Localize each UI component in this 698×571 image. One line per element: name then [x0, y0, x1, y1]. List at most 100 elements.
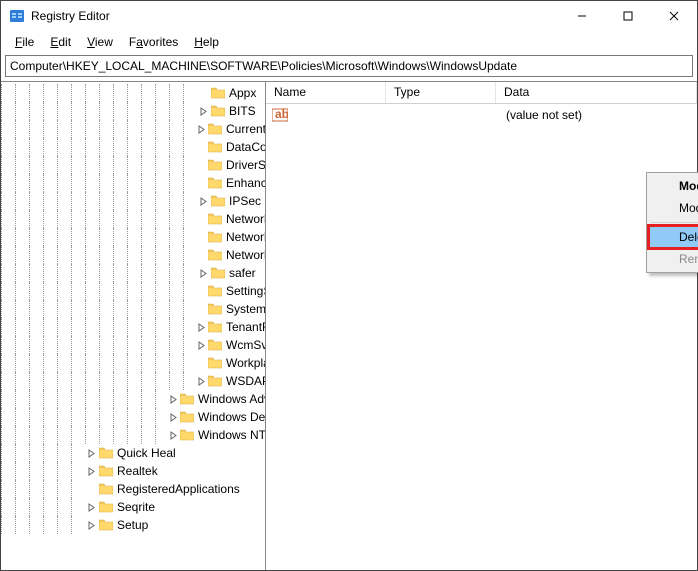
folder-icon	[180, 411, 194, 423]
column-type[interactable]: Type	[386, 82, 496, 103]
folder-icon	[208, 285, 222, 297]
tree-item[interactable]: SettingSync	[1, 282, 265, 300]
tree-item-label: DataCollection	[226, 140, 266, 154]
expander-icon[interactable]	[197, 375, 206, 387]
tree-item-label: Realtek	[117, 464, 158, 478]
folder-icon	[208, 339, 222, 351]
tree-item-label: WSDAPI	[226, 374, 266, 388]
list-row[interactable]: ab(value not set)	[266, 106, 697, 124]
tree-item[interactable]: Setup	[1, 516, 265, 534]
expander-icon[interactable]	[85, 519, 97, 531]
tree-item[interactable]: Windows NT	[1, 426, 265, 444]
expander-icon[interactable]	[197, 105, 209, 117]
list-header: Name Type Data	[266, 82, 697, 104]
tree-item[interactable]: Network Connections	[1, 210, 265, 228]
context-rename[interactable]: Rename	[649, 248, 698, 270]
context-modify[interactable]: Modify...	[649, 175, 698, 197]
expander-icon[interactable]	[169, 429, 178, 441]
address-bar[interactable]: Computer\HKEY_LOCAL_MACHINE\SOFTWARE\Pol…	[5, 55, 693, 77]
expander-icon[interactable]	[197, 195, 209, 207]
tree-item[interactable]: TenantRestrictions	[1, 318, 265, 336]
tree-item[interactable]: WorkplaceJoin	[1, 354, 265, 372]
tree-item[interactable]: BITS	[1, 102, 265, 120]
folder-icon	[99, 501, 113, 513]
tree-item-label: Network Connections	[226, 212, 266, 226]
tree-item-label: WcmSvc	[226, 338, 266, 352]
tree-item-label: TenantRestrictions	[226, 320, 266, 334]
folder-icon	[208, 375, 222, 387]
folder-icon	[211, 195, 225, 207]
tree-item[interactable]: Seqrite	[1, 498, 265, 516]
expander-icon[interactable]	[197, 321, 206, 333]
context-modify-binary[interactable]: Modify Binary Data...	[649, 197, 698, 219]
tree-item[interactable]: RegisteredApplications	[1, 480, 265, 498]
folder-icon	[211, 87, 225, 99]
folder-icon	[208, 249, 222, 261]
expander-icon[interactable]	[169, 411, 178, 423]
folder-icon	[211, 267, 225, 279]
tree-item[interactable]: NetworkProvider	[1, 246, 265, 264]
tree-item[interactable]: WcmSvc	[1, 336, 265, 354]
folder-icon	[208, 123, 222, 135]
tree-item[interactable]: Realtek	[1, 462, 265, 480]
expander-icon[interactable]	[85, 465, 97, 477]
tree-item[interactable]: Windows Advanced Threat Protection	[1, 390, 265, 408]
tree-pane[interactable]: Appx BITS CurrentVersion DataCollection Driv…	[1, 82, 266, 570]
tree-item[interactable]: DataCollection	[1, 138, 265, 156]
tree-item-label: NetworkConnectivityStatusIndicator	[226, 230, 266, 244]
tree-item-label: WorkplaceJoin	[226, 356, 266, 370]
tree-item-label: DriverSearching	[226, 158, 266, 172]
expander-icon[interactable]	[85, 447, 97, 459]
column-data[interactable]: Data	[496, 82, 697, 103]
tree-item-label: Windows NT	[198, 428, 266, 442]
list-pane[interactable]: Name Type Data ab(value not set) Modify.…	[266, 82, 697, 570]
tree-item-label: Seqrite	[117, 500, 155, 514]
tree-item[interactable]: CurrentVersion	[1, 120, 265, 138]
menu-edit[interactable]: Edit	[42, 33, 79, 51]
folder-icon	[208, 159, 222, 171]
tree-item[interactable]: Quick Heal	[1, 444, 265, 462]
maximize-button[interactable]	[605, 1, 651, 31]
tree-item[interactable]: DriverSearching	[1, 156, 265, 174]
svg-text:ab: ab	[275, 108, 288, 121]
menubar: File Edit View Favorites Help	[1, 31, 697, 53]
column-name[interactable]: Name	[266, 82, 386, 103]
tree-item[interactable]: EnhancedStorageDevices	[1, 174, 265, 192]
tree-item[interactable]: System	[1, 300, 265, 318]
minimize-button[interactable]	[559, 1, 605, 31]
tree-item-label: EnhancedStorageDevices	[226, 176, 266, 190]
folder-icon	[208, 177, 222, 189]
expander-icon[interactable]	[85, 501, 97, 513]
folder-icon	[99, 483, 113, 495]
tree-item-label: Appx	[229, 86, 256, 100]
folder-icon	[208, 141, 222, 153]
folder-icon	[208, 357, 222, 369]
context-separator	[651, 222, 698, 223]
expander-icon[interactable]	[197, 267, 209, 279]
expander-icon[interactable]	[197, 123, 206, 135]
tree-item-label: RegisteredApplications	[117, 482, 240, 496]
context-delete[interactable]: Delete	[649, 226, 698, 248]
close-button[interactable]	[651, 1, 697, 31]
folder-icon	[208, 231, 222, 243]
tree-item[interactable]: Windows Defender	[1, 408, 265, 426]
tree-item-label: Setup	[117, 518, 148, 532]
tree-item-label: safer	[229, 266, 256, 280]
tree-item[interactable]: WSDAPI	[1, 372, 265, 390]
menu-favorites[interactable]: Favorites	[121, 33, 186, 51]
folder-icon	[211, 105, 225, 117]
tree-item[interactable]: safer	[1, 264, 265, 282]
menu-file[interactable]: File	[7, 33, 42, 51]
tree-item[interactable]: IPSec	[1, 192, 265, 210]
menu-help[interactable]: Help	[186, 33, 227, 51]
menu-view[interactable]: View	[79, 33, 121, 51]
tree-item-label: Quick Heal	[117, 446, 176, 460]
tree-item[interactable]: NetworkConnectivityStatusIndicator	[1, 228, 265, 246]
tree-item[interactable]: Appx	[1, 84, 265, 102]
titlebar: Registry Editor	[1, 1, 697, 31]
expander-icon[interactable]	[169, 393, 178, 405]
expander-icon[interactable]	[197, 339, 206, 351]
folder-icon	[208, 321, 222, 333]
folder-icon	[180, 393, 194, 405]
tree-item-label: CurrentVersion	[226, 122, 266, 136]
